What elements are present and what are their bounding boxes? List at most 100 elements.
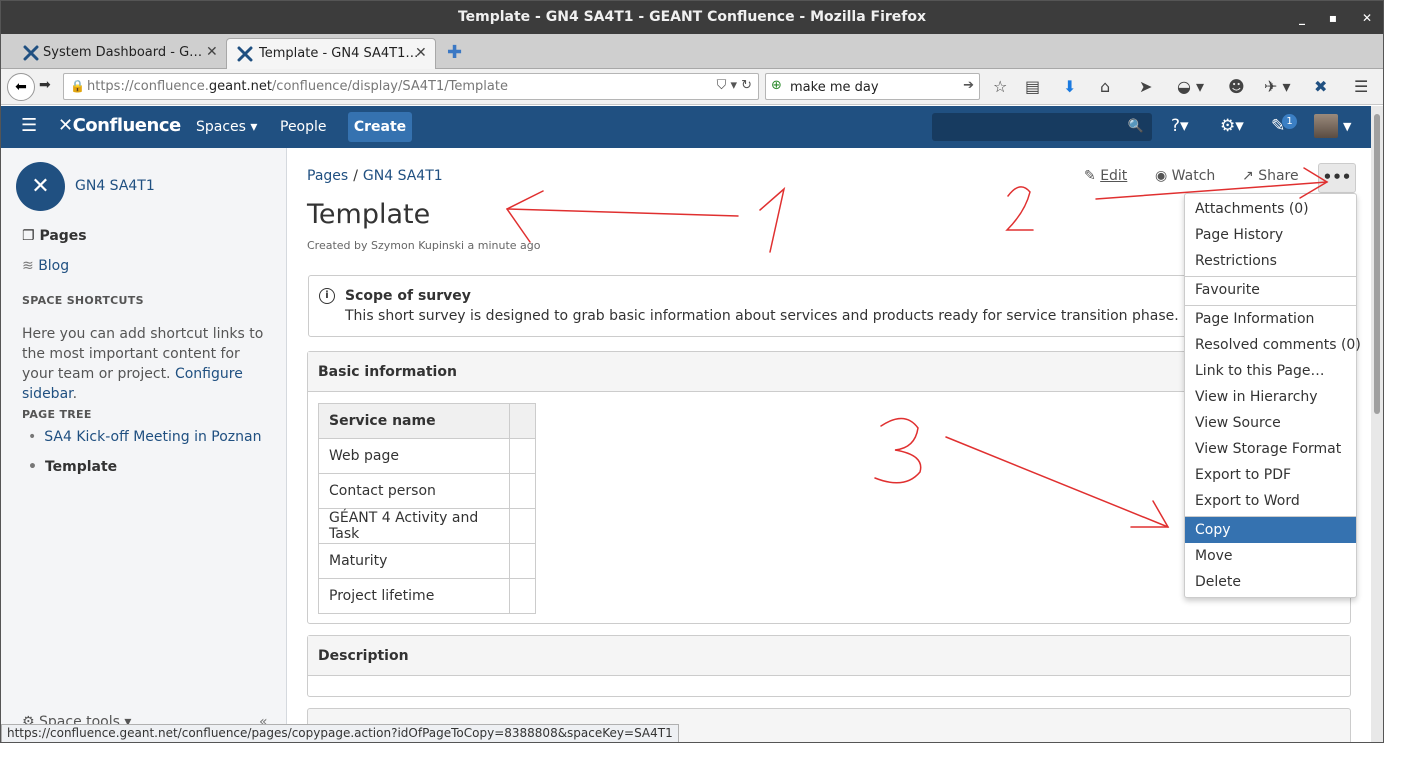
breadcrumb-pages[interactable]: Pages [307, 168, 348, 184]
new-tab-icon[interactable]: ✚ [447, 42, 462, 63]
menu-item-delete[interactable]: Delete [1185, 569, 1356, 595]
menu-item-resolved-comments[interactable]: Resolved comments (0) [1185, 332, 1361, 358]
share-button[interactable]: ↗ Share [1242, 168, 1299, 184]
menu-icon[interactable]: ☰ [1354, 77, 1368, 96]
downloads-icon[interactable]: ⬇ [1063, 77, 1076, 96]
app-switcher-icon[interactable]: ☰ [21, 115, 37, 136]
search-bar[interactable]: ⊕ ➔ [765, 73, 980, 100]
send-icon[interactable]: ➤ [1139, 77, 1152, 96]
panel-heading: Description [308, 636, 1350, 676]
confluence-addon-icon[interactable]: ✖ [1314, 77, 1327, 96]
sidebar-item-blog[interactable]: ≋ Blog [22, 258, 69, 274]
tab-label: Template - GN4 SA4T1… [259, 46, 419, 61]
watch-button[interactable]: ◉ Watch [1155, 168, 1215, 184]
notification-count-badge: 1 [1282, 114, 1297, 129]
menu-item-page-information[interactable]: Page Information [1185, 306, 1356, 332]
tab-label: System Dashboard - G… [43, 45, 203, 60]
table-header-cell: Service name [318, 403, 510, 439]
tab-close-icon[interactable]: ✕ [415, 45, 427, 61]
confluence-search-input[interactable]: 🔍 [932, 113, 1152, 141]
forward-button[interactable]: ➡ [39, 77, 51, 93]
reload-icon[interactable]: ⛉ ▾ ↻ [717, 78, 752, 93]
more-actions-button[interactable]: ••• [1318, 163, 1356, 193]
description-panel: Description [307, 635, 1351, 697]
info-panel: i Scope of survey This short survey is d… [308, 275, 1203, 337]
create-button[interactable]: Create [348, 112, 412, 142]
menu-item-export-pdf[interactable]: Export to PDF [1185, 462, 1356, 488]
table-row: Web page [318, 438, 536, 474]
page-byline: Created by Szymon Kupinski a minute ago [307, 239, 541, 252]
search-input[interactable] [790, 77, 955, 97]
menu-item-favourite[interactable]: Favourite [1185, 277, 1356, 303]
chevron-down-icon[interactable]: ▼ [1343, 120, 1351, 133]
confluence-favicon-icon [23, 45, 39, 61]
search-engine-icon[interactable]: ⊕ [771, 78, 782, 93]
spaces-menu[interactable]: Spaces ▾ [196, 119, 257, 135]
help-icon[interactable]: ?▾ [1171, 116, 1189, 136]
back-button[interactable]: ⬅ [7, 73, 35, 101]
table-cell: GÉANT 4 Activity and Task [318, 508, 510, 544]
breadcrumb-space[interactable]: GN4 SA4T1 [363, 168, 443, 184]
space-logo[interactable]: ✕ [16, 162, 65, 211]
table-header-row: Service name [318, 403, 536, 439]
table-cell: Contact person [318, 473, 510, 509]
tree-item-template[interactable]: • Template [28, 459, 117, 475]
url-bar[interactable]: 🔒 https://confluence.geant.net/confluenc… [63, 73, 759, 100]
navigation-bar: ⬅ ➡ 🔒 https://confluence.geant.net/confl… [1, 69, 1383, 105]
link-status-url: https://confluence.geant.net/confluence/… [1, 724, 679, 742]
gear-icon[interactable]: ⚙▾ [1220, 116, 1244, 136]
home-icon[interactable]: ⌂ [1100, 77, 1110, 96]
chat-icon[interactable]: ☻ [1228, 77, 1245, 96]
minimize-button[interactable]: _ [1293, 9, 1311, 27]
maximize-button[interactable]: ▪ [1324, 9, 1342, 27]
table-cell [509, 438, 536, 474]
menu-item-view-source[interactable]: View Source [1185, 410, 1356, 436]
service-table: Service name Web page Contact person GÉA… [318, 403, 536, 614]
menu-item-move[interactable]: Move [1185, 543, 1356, 569]
avatar[interactable] [1314, 114, 1338, 138]
close-window-button[interactable]: ✕ [1358, 9, 1376, 27]
space-shortcuts-heading: SPACE SHORTCUTS [22, 294, 144, 307]
tab-template[interactable]: Template - GN4 SA4T1… ✕ [226, 38, 436, 69]
search-go-icon[interactable]: ➔ [963, 78, 974, 93]
menu-item-export-word[interactable]: Export to Word [1185, 488, 1356, 514]
pocket-icon[interactable]: ◒ ▾ [1177, 77, 1204, 96]
menu-item-view-storage-format[interactable]: View Storage Format [1185, 436, 1356, 462]
table-cell [509, 508, 536, 544]
tab-system-dashboard[interactable]: System Dashboard - G… ✕ [1, 38, 226, 69]
search-icon: 🔍 [1127, 119, 1144, 134]
table-cell [509, 578, 536, 614]
blog-rss-icon: ≋ [22, 258, 34, 274]
tab-close-icon[interactable]: ✕ [206, 44, 218, 60]
reading-list-icon[interactable]: ▤ [1025, 77, 1040, 96]
sidebar-item-pages[interactable]: ❐ Pages [22, 228, 87, 244]
confluence-x-icon: ✕ [58, 115, 73, 136]
edit-button[interactable]: ✎ Edit [1084, 168, 1127, 184]
vertical-scrollbar[interactable] [1371, 106, 1383, 742]
menu-item-link-to-page[interactable]: Link to this Page… [1185, 358, 1356, 384]
people-link[interactable]: People [280, 119, 327, 135]
bookmark-star-icon[interactable]: ☆ [993, 77, 1007, 96]
browser-window: Template - GN4 SA4T1 - GEANT Confluence … [0, 0, 1384, 743]
table-cell: Maturity [318, 543, 510, 579]
menu-item-restrictions[interactable]: Restrictions [1185, 248, 1356, 274]
table-row: Maturity [318, 543, 536, 579]
menu-item-attachments[interactable]: Attachments (0) [1185, 196, 1356, 222]
confluence-logo[interactable]: ✕Confluence [58, 115, 181, 136]
space-name-link[interactable]: GN4 SA4T1 [75, 178, 155, 194]
lock-icon: 🔒 [70, 79, 85, 93]
table-row: Project lifetime [318, 578, 536, 614]
menu-item-page-history[interactable]: Page History [1185, 222, 1356, 248]
eye-icon: ◉ [1155, 168, 1168, 184]
table-row: Contact person [318, 473, 536, 509]
confluence-header: ☰ ✕Confluence Spaces ▾ People Create 🔍 ?… [1, 106, 1371, 148]
menu-item-view-in-hierarchy[interactable]: View in Hierarchy [1185, 384, 1356, 410]
table-cell [509, 543, 536, 579]
shortcut-help-text: Here you can add shortcut links to the m… [22, 326, 264, 402]
extension-icon[interactable]: ✈ ▾ [1264, 77, 1291, 96]
author-link[interactable]: Szymon Kupinski [371, 239, 464, 252]
scrollbar-thumb[interactable] [1374, 114, 1380, 414]
tree-item-kickoff[interactable]: • SA4 Kick-off Meeting in Poznan [28, 429, 261, 445]
tab-strip: System Dashboard - G… ✕ Template - GN4 S… [1, 34, 1383, 69]
menu-item-copy[interactable]: Copy [1185, 517, 1356, 543]
